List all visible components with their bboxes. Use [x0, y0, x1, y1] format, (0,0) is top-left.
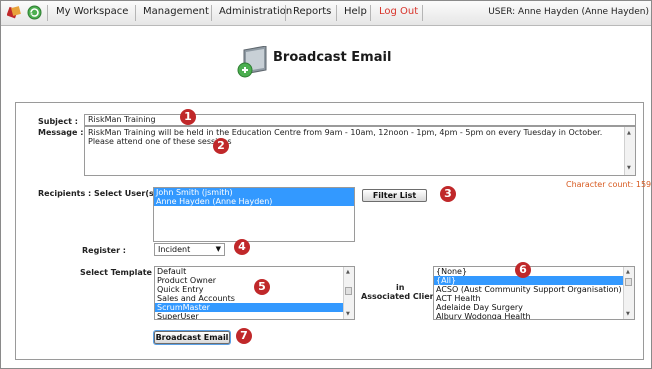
client-option[interactable]: ACT Health: [434, 294, 624, 303]
client-option[interactable]: ACSO (Aust Community Support Organisatio…: [434, 285, 624, 294]
template-label: Select Template :: [80, 268, 158, 277]
scroll-thumb[interactable]: [345, 287, 352, 295]
callout-badge-5: 5: [254, 279, 270, 295]
nav-reports[interactable]: Reports: [293, 6, 331, 17]
callout-badge-2: 2: [213, 138, 229, 154]
nav-my-workspace[interactable]: My Workspace: [56, 6, 128, 17]
nav-separator: [336, 5, 337, 21]
register-selected-value: Incident: [158, 245, 191, 254]
callout-badge-4: 4: [234, 239, 250, 255]
message-label: Message :: [38, 128, 84, 137]
broadcast-email-icon: [237, 46, 267, 78]
nav-log-out[interactable]: Log Out: [379, 6, 418, 17]
client-option[interactable]: {All}: [434, 276, 624, 285]
scroll-down-icon[interactable]: ▼: [346, 311, 350, 317]
callout-badge-6: 6: [515, 262, 531, 278]
nav-separator: [211, 5, 212, 21]
filter-list-button[interactable]: Filter List: [362, 189, 427, 202]
broadcast-email-button[interactable]: Broadcast Email: [153, 330, 231, 345]
nav-management[interactable]: Management: [143, 6, 209, 17]
current-user: USER: Anne Hayden (Anne Hayden): [488, 7, 649, 17]
register-label: Register :: [82, 246, 126, 255]
client-option[interactable]: Albury Wodonga Health: [434, 312, 624, 319]
template-scrollbar[interactable]: ▲ ▼: [343, 267, 354, 319]
nav-help[interactable]: Help: [344, 6, 367, 17]
template-listbox[interactable]: Default Product Owner Quick Entry Sales …: [154, 266, 355, 320]
scroll-down-icon[interactable]: ▼: [627, 164, 631, 173]
callout-badge-7: 7: [236, 328, 252, 344]
nav-separator: [422, 5, 423, 21]
page-title: Broadcast Email: [273, 50, 392, 65]
client-scrollbar[interactable]: ▲ ▼: [623, 267, 634, 319]
riskman-logo-icon[interactable]: [7, 5, 22, 20]
recipient-option[interactable]: Anne Hayden (Anne Hayden): [154, 197, 354, 206]
scroll-down-icon[interactable]: ▼: [626, 311, 630, 317]
nav-administration[interactable]: Administration: [219, 6, 292, 17]
character-count: Character count: 159: [566, 180, 652, 189]
page-header: Broadcast Email: [236, 46, 436, 78]
nav-separator: [135, 5, 136, 21]
scroll-thumb[interactable]: [625, 278, 632, 286]
in-label: in: [396, 283, 405, 292]
template-option[interactable]: Quick Entry: [155, 285, 344, 294]
callout-badge-1: 1: [180, 109, 196, 125]
template-option[interactable]: Default: [155, 267, 344, 276]
nav-separator: [370, 5, 371, 21]
register-select[interactable]: Incident ▼: [154, 243, 225, 256]
refresh-icon[interactable]: [27, 5, 42, 20]
callout-badge-3: 3: [440, 186, 456, 202]
top-nav-bar: My Workspace Management Administration R…: [1, 1, 651, 26]
nav-separator: [285, 5, 286, 21]
chevron-down-icon: ▼: [215, 245, 221, 253]
message-scrollbar[interactable]: ▲ ▼: [624, 127, 635, 175]
template-option[interactable]: SuperUser: [155, 312, 344, 319]
subject-input[interactable]: RiskMan Training: [84, 114, 636, 126]
recipient-option[interactable]: John Smith (jsmith): [154, 188, 354, 197]
recipients-listbox[interactable]: John Smith (jsmith) Anne Hayden (Anne Ha…: [153, 187, 355, 242]
scroll-up-icon[interactable]: ▲: [626, 269, 630, 275]
client-option[interactable]: Adelaide Day Surgery: [434, 303, 624, 312]
nav-separator: [47, 5, 48, 21]
message-text: RiskMan Training will be held in the Edu…: [88, 128, 603, 146]
template-option[interactable]: Product Owner: [155, 276, 344, 285]
scroll-up-icon[interactable]: ▲: [346, 269, 350, 275]
message-textarea[interactable]: RiskMan Training will be held in the Edu…: [84, 126, 636, 176]
subject-label: Subject :: [38, 117, 78, 126]
scroll-up-icon[interactable]: ▲: [627, 129, 631, 138]
template-option[interactable]: ScrumMaster: [155, 303, 344, 312]
client-listbox[interactable]: {None} {All} ACSO (Aust Community Suppor…: [433, 266, 635, 320]
recipients-label: Recipients : Select User(s) :: [38, 189, 164, 198]
template-option[interactable]: Sales and Accounts: [155, 294, 344, 303]
